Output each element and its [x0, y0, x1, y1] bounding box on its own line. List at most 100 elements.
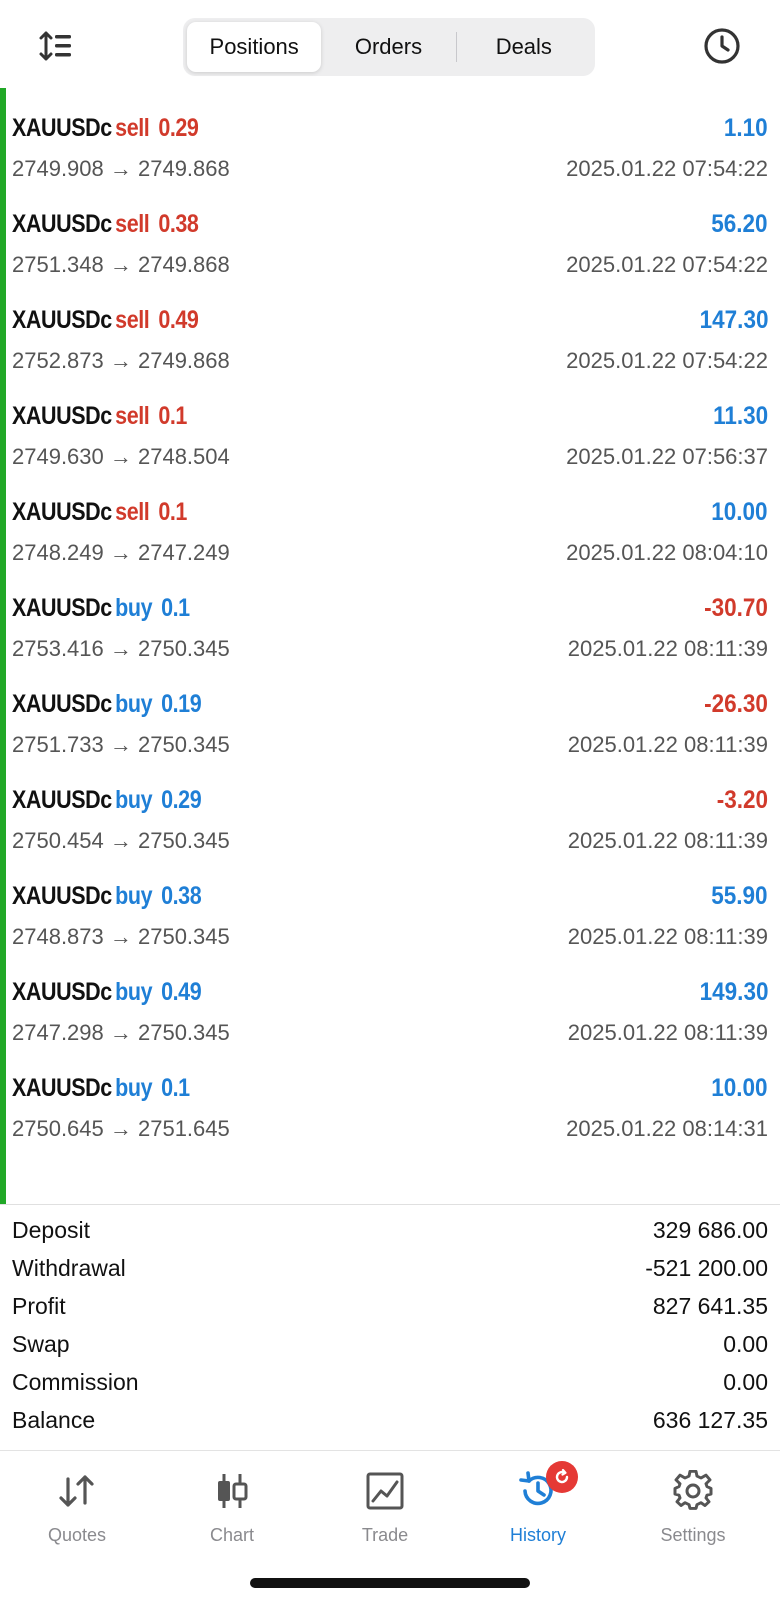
view-segmented-control: Positions Orders Deals [183, 18, 595, 76]
summary-label: Withdrawal [12, 1254, 126, 1281]
position-time: 2025.01.22 07:54:22 [566, 156, 768, 181]
position-time: 2025.01.22 08:04:10 [566, 540, 768, 565]
summary-label: Commission [12, 1368, 139, 1395]
summary-value: 827 641.35 [652, 1292, 768, 1319]
account-summary: Deposit 329 686.00 Withdrawal -521 200.00 … [0, 1204, 780, 1450]
position-volume: 0.1 [161, 594, 190, 622]
tabbar-label: History [509, 1525, 566, 1545]
tab-deals[interactable]: Deals [457, 22, 591, 72]
tabbar-settings[interactable]: Settings [633, 1469, 753, 1559]
position-symbol: XAUUSDc [12, 306, 112, 334]
position-side: sell [115, 402, 150, 430]
position-volume: 0.19 [161, 690, 202, 718]
period-button[interactable] [700, 24, 744, 68]
position-symbol: XAUUSDc [12, 210, 112, 238]
position-side: buy [115, 882, 153, 910]
position-row[interactable]: XAUUSDc sell 0.1 10.00 2748.249 → 2747.249 2… [0, 484, 780, 580]
position-time: 2025.01.22 08:11:39 [567, 1020, 768, 1045]
summary-value: 0.00 [723, 1368, 768, 1395]
position-volume: 0.38 [161, 882, 202, 910]
position-row[interactable]: XAUUSDc buy 0.1 10.00 2750.645 → 2751.645 20… [0, 1060, 780, 1156]
position-row[interactable]: XAUUSDc sell 0.38 56.20 2751.348 → 2749.868… [0, 196, 780, 292]
tabbar-chart[interactable]: Chart [172, 1469, 292, 1559]
position-symbol: XAUUSDc [12, 498, 112, 526]
position-title: XAUUSDc sell 0.49 [12, 306, 199, 335]
position-volume: 0.49 [161, 978, 202, 1006]
gear-icon [671, 1469, 715, 1513]
position-symbol: XAUUSDc [12, 786, 112, 814]
history-icon [516, 1461, 578, 1513]
position-volume: 0.1 [158, 402, 187, 430]
sort-button[interactable] [34, 24, 78, 68]
summary-deposit: Deposit 329 686.00 [0, 1211, 780, 1249]
position-prices: 2750.645 → 2751.645 [12, 1116, 230, 1141]
position-row[interactable]: XAUUSDc buy 0.1 -30.70 2753.416 → 2750.345 2… [0, 580, 780, 676]
tabbar-label: Quotes [47, 1525, 107, 1545]
tab-orders[interactable]: Orders [321, 22, 455, 72]
tabbar-history[interactable]: History [478, 1461, 598, 1559]
tab-deals-label: Deals [495, 34, 552, 59]
position-symbol: XAUUSDc [12, 402, 112, 430]
position-side: buy [115, 1074, 153, 1102]
position-time: 2025.01.22 07:54:22 [566, 348, 768, 373]
position-profit: -26.30 [704, 690, 768, 718]
position-time: 2025.01.22 08:11:39 [567, 828, 768, 853]
position-title: XAUUSDc buy 0.29 [12, 786, 202, 815]
position-symbol: XAUUSDc [12, 594, 112, 622]
summary-label: Deposit [12, 1216, 90, 1243]
refresh-badge [546, 1461, 578, 1493]
position-side: sell [115, 498, 150, 526]
quotes-icon [55, 1469, 99, 1513]
position-profit: 56.20 [711, 210, 768, 238]
positions-list[interactable]: XAUUSDcsell 0.110.002748.354 → 2749.8682… [0, 88, 780, 1204]
refresh-icon [555, 1468, 569, 1484]
position-time: 2025.01.22 07:56:37 [566, 444, 768, 469]
position-prices: 2748.249 → 2747.249 [12, 540, 230, 565]
position-volume: 0.29 [158, 114, 199, 142]
position-volume: 0.29 [161, 786, 202, 814]
position-profit: 147.30 [699, 306, 768, 334]
position-row[interactable]: XAUUSDc buy 0.19 -26.30 2751.733 → 2750.345… [0, 676, 780, 772]
summary-label: Balance [12, 1406, 96, 1433]
tab-positions[interactable]: Positions [187, 22, 322, 72]
position-row[interactable]: XAUUSDcsell 0.110.002748.354 → 2749.8682… [0, 88, 780, 100]
position-prices: 2752.873 → 2749.868 [12, 348, 230, 373]
position-profit: 10.00 [711, 498, 768, 526]
tabbar-label: Chart [209, 1525, 254, 1545]
position-profit: 55.90 [711, 882, 768, 910]
position-row[interactable]: XAUUSDc sell 0.49 147.30 2752.873 → 2749.86… [0, 292, 780, 388]
tab-orders-label: Orders [354, 34, 423, 59]
tabbar-trade[interactable]: Trade [325, 1469, 445, 1559]
sort-icon [39, 31, 71, 61]
position-profit: -30.70 [704, 594, 768, 622]
position-symbol: XAUUSDc [12, 114, 112, 142]
position-side: buy [115, 978, 153, 1006]
tabbar-label: Trade [361, 1525, 409, 1545]
position-row[interactable]: XAUUSDc sell 0.29 1.10 2749.908 → 2749.868 2… [0, 100, 780, 196]
tabbar-quotes[interactable]: Quotes [17, 1469, 137, 1559]
position-title: XAUUSDc buy 0.1 [12, 1074, 190, 1103]
position-symbol: XAUUSDc [12, 978, 112, 1006]
position-volume: 0.1 [158, 498, 187, 526]
position-time: 2025.01.22 08:11:39 [567, 924, 768, 949]
position-row[interactable]: XAUUSDc buy 0.38 55.90 2748.873 → 2750.345 2… [0, 868, 780, 964]
position-side: buy [115, 690, 153, 718]
position-prices: 2749.630 → 2748.504 [12, 444, 230, 469]
home-indicator [250, 1578, 530, 1588]
summary-label: Profit [12, 1292, 66, 1319]
position-volume: 0.1 [161, 1074, 190, 1102]
position-profit: 1.10 [724, 114, 768, 142]
position-row[interactable]: XAUUSDc sell 0.1 11.30 2749.630 → 2748.504 2… [0, 388, 780, 484]
trade-chart-icon [363, 1469, 407, 1513]
position-time: 2025.01.22 07:54:22 [566, 252, 768, 277]
tabbar-label: Settings [660, 1525, 726, 1545]
position-row[interactable]: XAUUSDc buy 0.49 149.30 2747.298 → 2750.345… [0, 964, 780, 1060]
position-symbol: XAUUSDc [12, 1074, 112, 1102]
positions-rows: XAUUSDcsell 0.110.002748.354 → 2749.8682… [0, 88, 780, 1156]
position-time: 2025.01.22 08:11:39 [567, 732, 768, 757]
position-title: XAUUSDc sell 0.29 [12, 114, 199, 143]
position-row[interactable]: XAUUSDc buy 0.29 -3.20 2750.454 → 2750.345 2… [0, 772, 780, 868]
position-title: XAUUSDc sell 0.38 [12, 210, 199, 239]
summary-label: Swap [12, 1330, 70, 1357]
position-symbol: XAUUSDc [12, 882, 112, 910]
